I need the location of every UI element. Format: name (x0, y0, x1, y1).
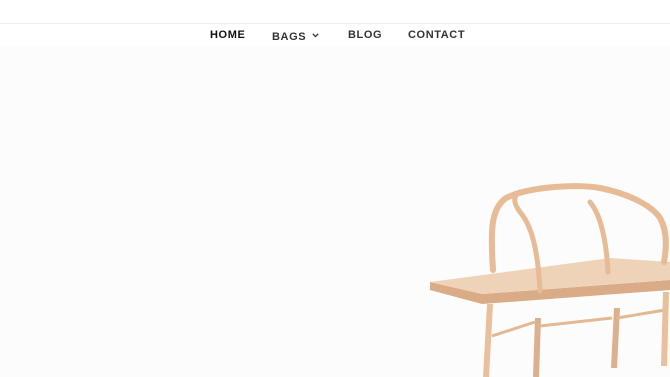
chair-image (430, 183, 670, 377)
nav-item-bags-label: BAGS (272, 31, 307, 43)
main-navigation: HOME BAGS BLOG CONTACT (0, 24, 670, 46)
nav-item-home[interactable]: HOME (210, 29, 245, 41)
nav-item-contact[interactable]: CONTACT (408, 29, 465, 41)
chevron-down-icon (312, 29, 319, 41)
nav-item-bags[interactable]: BAGS (272, 29, 319, 43)
hero-banner (0, 46, 670, 377)
nav-item-blog[interactable]: BLOG (348, 29, 382, 41)
page: HOME BAGS BLOG CONTACT (0, 0, 670, 377)
top-bar (0, 0, 670, 24)
